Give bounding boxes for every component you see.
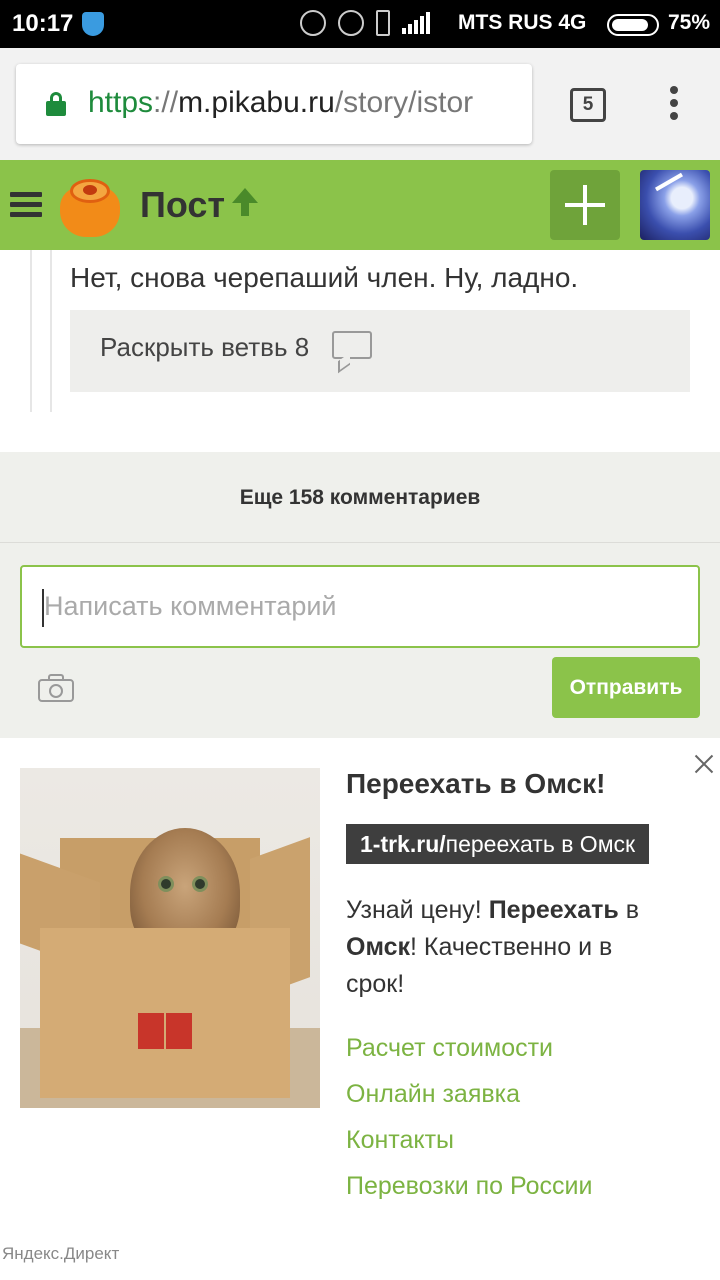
camera-icon[interactable]	[38, 674, 74, 702]
signal-icon	[402, 12, 430, 34]
app-header: Пост	[0, 160, 720, 250]
scroll-up-arrow-icon[interactable]	[230, 188, 260, 222]
browser-toolbar: https://m.pikabu.ru/story/istor 5	[0, 48, 720, 160]
url-text[interactable]: https://m.pikabu.ru/story/istor	[88, 86, 473, 120]
expand-branch-label: Раскрыть ветвь 8	[100, 332, 310, 362]
status-bar: 10:17 MTS RUS 4G 75%	[0, 0, 720, 48]
alarm-icon	[338, 10, 364, 36]
ad-block: Переехать в Омск! 1-trk.ru/переехать в О…	[0, 738, 720, 1280]
ad-description: Узнай цену! Переехать в Омск! Качественн…	[346, 896, 639, 998]
battery-percent: 75%	[668, 11, 711, 34]
ad-link-russia[interactable]: Перевозки по России	[346, 1168, 592, 1214]
ad-title[interactable]: Переехать в Омск!	[346, 768, 605, 800]
address-bar[interactable]: https://m.pikabu.ru/story/istor	[16, 64, 532, 144]
status-icons	[300, 10, 430, 36]
thread-line	[30, 250, 32, 412]
pikabu-logo[interactable]	[56, 173, 122, 239]
battery-icon	[607, 14, 659, 36]
more-comments-button[interactable]: Еще 158 комментариев	[0, 452, 720, 543]
comments-footer: Еще 158 комментариев Написать комментари…	[0, 452, 720, 738]
data-transfer-icon	[376, 10, 390, 36]
page-title: Пост	[140, 184, 226, 225]
ad-image-cat-in-box[interactable]	[20, 768, 320, 1108]
thread-line	[50, 250, 52, 412]
ad-link-contacts[interactable]: Контакты	[346, 1122, 592, 1168]
user-avatar[interactable]	[640, 170, 710, 240]
vibrate-off-icon	[300, 10, 326, 36]
add-post-button[interactable]	[550, 170, 620, 240]
vpn-shield-icon	[82, 12, 104, 36]
carrier-label: MTS RUS 4G	[458, 11, 587, 34]
overflow-menu-icon[interactable]	[664, 86, 684, 126]
hamburger-menu-icon[interactable]	[10, 192, 42, 218]
tabs-button[interactable]: 5	[570, 88, 606, 122]
ad-link-price[interactable]: Расчет стоимости	[346, 1030, 592, 1076]
ad-links: Расчет стоимости Онлайн заявка Контакты …	[346, 1030, 592, 1214]
close-icon[interactable]	[694, 754, 714, 774]
comment-input-placeholder: Написать комментарий	[44, 591, 337, 621]
send-button[interactable]: Отправить	[552, 657, 700, 718]
expand-branch-button[interactable]: Раскрыть ветвь 8	[70, 310, 690, 392]
lock-icon	[46, 92, 66, 116]
status-time: 10:17	[12, 10, 74, 37]
comment-bubble-icon	[332, 331, 372, 374]
ad-domain[interactable]: 1-trk.ru/переехать в Омск	[346, 824, 650, 864]
ad-link-order[interactable]: Онлайн заявка	[346, 1076, 592, 1122]
yandex-direct-label[interactable]: Яндекс.Директ	[2, 1244, 119, 1264]
comment-input[interactable]: Написать комментарий	[20, 565, 700, 648]
comment-text: Нет, снова черепаший член. Ну, ладно.	[70, 262, 579, 293]
